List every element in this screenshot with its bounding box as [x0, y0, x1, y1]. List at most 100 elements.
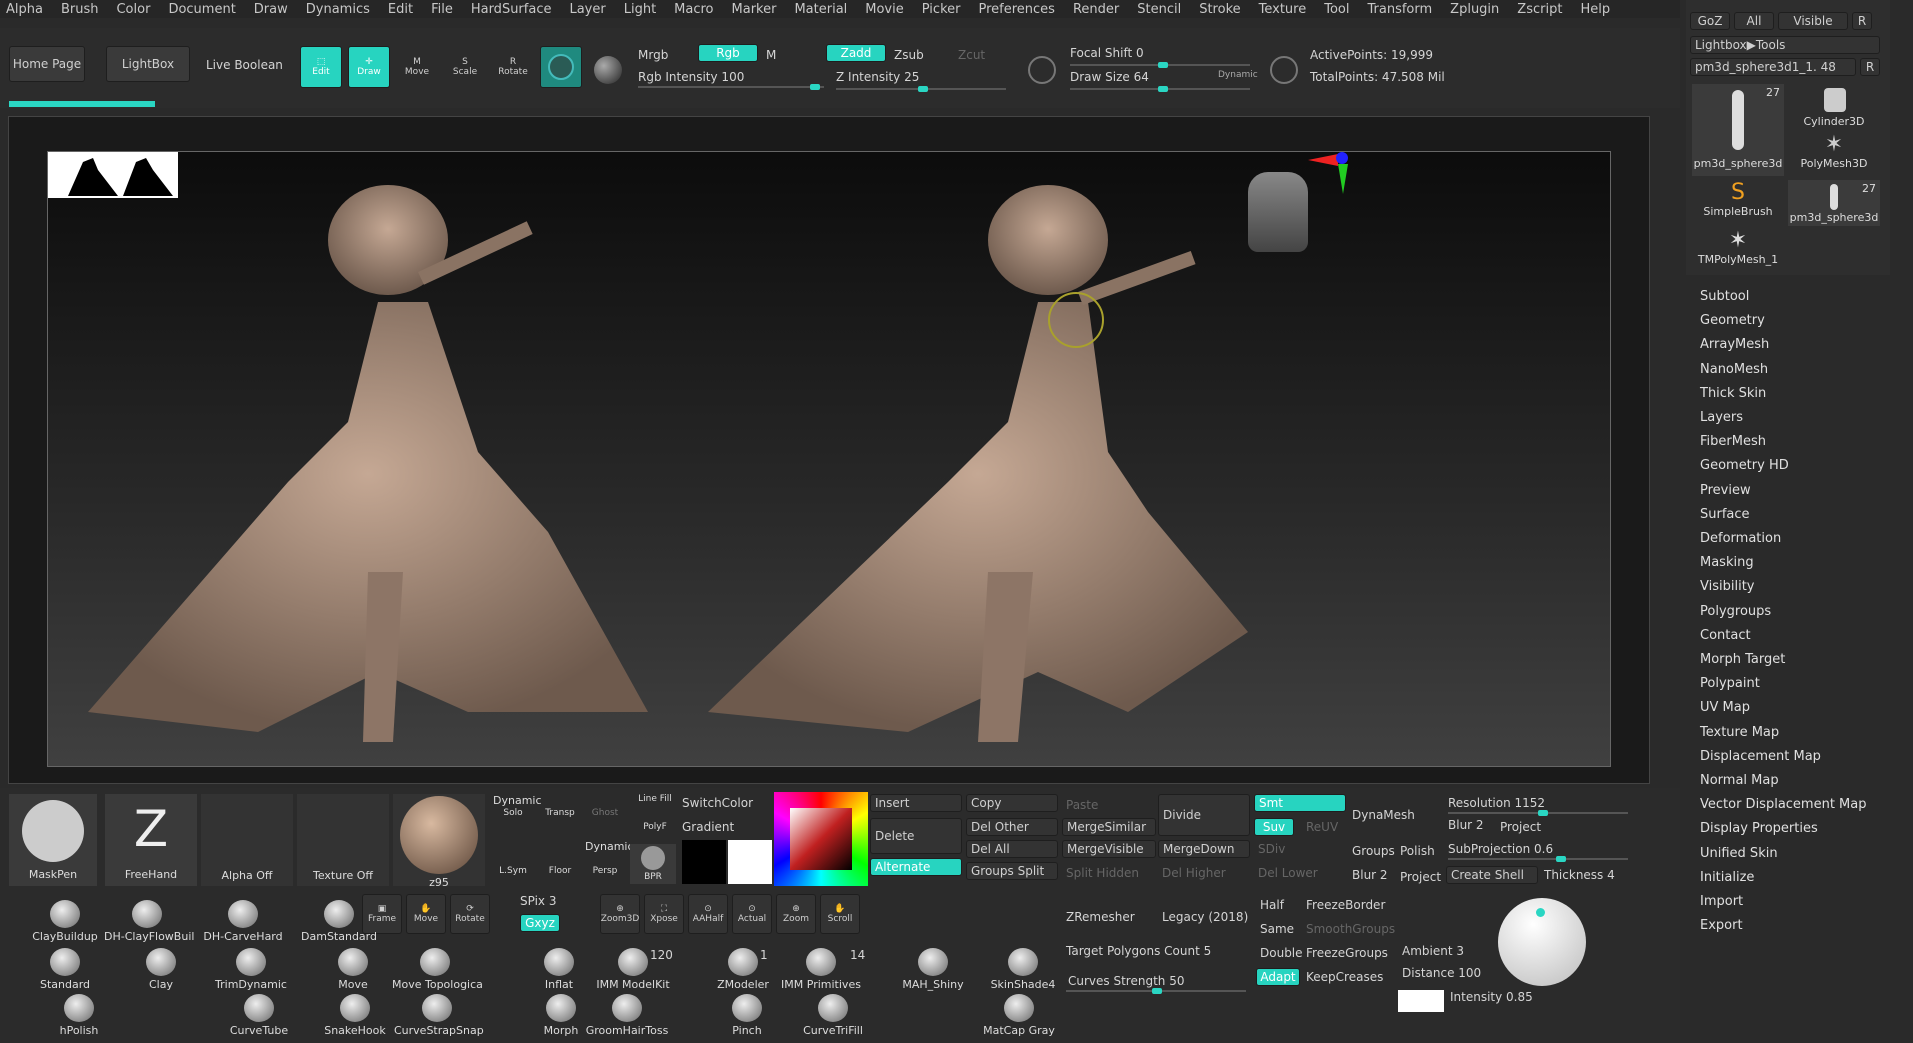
switchcolor-button[interactable]: SwitchColor: [682, 796, 753, 810]
light-sphere[interactable]: [1498, 898, 1586, 986]
copy-button[interactable]: Copy: [966, 794, 1058, 812]
tool-subpalette-item[interactable]: Thick Skin: [1700, 386, 1766, 401]
tool-subpalette-item[interactable]: Displacement Map: [1700, 749, 1821, 764]
freezeborder-button[interactable]: FreezeBorder: [1306, 898, 1385, 912]
menu-item[interactable]: Preferences: [978, 2, 1054, 17]
brush-button[interactable]: SkinShade4: [980, 948, 1066, 991]
rgb-intensity-slider[interactable]: Rgb Intensity 100: [638, 70, 744, 84]
z-intensity-slider[interactable]: Z Intensity 25: [836, 70, 919, 84]
tool-thumb-5[interactable]: 27 pm3d_sphere3d: [1788, 180, 1880, 226]
same-button[interactable]: Same: [1260, 922, 1294, 936]
bpr-button[interactable]: BPR: [630, 844, 676, 884]
tool-thumb-4[interactable]: ✶ PolyMesh3D: [1788, 132, 1880, 178]
tool-subpalette-item[interactable]: Texture Map: [1700, 725, 1779, 740]
tool-subpalette-item[interactable]: NanoMesh: [1700, 362, 1768, 377]
tool-subpalette-item[interactable]: Subtool: [1700, 289, 1749, 304]
color-square[interactable]: [790, 808, 852, 870]
brush-button[interactable]: CurveStrapSnap: [394, 994, 484, 1037]
create-shell-button[interactable]: Create Shell: [1446, 866, 1538, 884]
lsym-button[interactable]: L.Sym: [493, 866, 533, 876]
menu-item[interactable]: Document: [168, 2, 235, 17]
light-handle[interactable]: [1536, 908, 1545, 917]
smoothgroups-button[interactable]: SmoothGroups: [1306, 922, 1395, 936]
divide-button[interactable]: Divide: [1158, 794, 1250, 836]
menu-item[interactable]: Help: [1580, 2, 1610, 17]
zcut-button[interactable]: Zcut: [958, 48, 985, 62]
scale-button[interactable]: S Scale: [444, 46, 486, 88]
menu-item[interactable]: Brush: [61, 2, 99, 17]
distance-slider[interactable]: Distance 100: [1402, 966, 1481, 980]
xpose-button[interactable]: ⛶ Xpose: [644, 894, 684, 934]
blur-slider[interactable]: Blur 2: [1352, 868, 1388, 882]
brush-button[interactable]: MatCap Gray: [976, 994, 1062, 1037]
subprojection-slider[interactable]: SubProjection 0.6: [1448, 842, 1553, 856]
m-button[interactable]: M: [766, 48, 776, 62]
subprojection-track[interactable]: [1448, 856, 1628, 862]
menu-item[interactable]: Zplugin: [1450, 2, 1499, 17]
groups-split-button[interactable]: Groups Split: [966, 862, 1058, 880]
del-higher-button[interactable]: Del Higher: [1162, 866, 1226, 880]
tool-subpalette-item[interactable]: Display Properties: [1700, 821, 1818, 836]
brush-button[interactable]: Clay: [118, 948, 204, 991]
menu-item[interactable]: Tool: [1324, 2, 1349, 17]
tool-subpalette-item[interactable]: Geometry HD: [1700, 458, 1789, 473]
visible-button[interactable]: Visible: [1778, 12, 1848, 30]
tool-subpalette-item[interactable]: Polygroups: [1700, 604, 1771, 619]
alternate-button[interactable]: Alternate: [870, 858, 962, 876]
merge-similar-button[interactable]: MergeSimilar: [1062, 818, 1156, 836]
draw-button[interactable]: ✛ Draw: [348, 46, 390, 88]
menu-item[interactable]: Marker: [732, 2, 777, 17]
rgb-button[interactable]: Rgb: [698, 44, 758, 62]
freehand-button[interactable]: Z FreeHand: [105, 794, 197, 886]
menu-item[interactable]: Color: [116, 2, 150, 17]
scroll-button[interactable]: ✋ Scroll: [820, 894, 860, 934]
floor-button[interactable]: Floor: [540, 866, 580, 876]
tool-thumb-3[interactable]: S SimpleBrush: [1692, 180, 1784, 226]
suv-button[interactable]: Suv: [1254, 818, 1294, 836]
zremesher-button[interactable]: ZRemesher: [1066, 910, 1135, 924]
tool-subpalette-item[interactable]: Polypaint: [1700, 676, 1760, 691]
menu-item[interactable]: Edit: [388, 2, 413, 17]
tool-thumb-6[interactable]: ✶ TMPolyMesh_1: [1692, 228, 1784, 274]
project2-button[interactable]: Project: [1500, 820, 1541, 834]
draw-size-slider[interactable]: Draw Size 64: [1070, 70, 1149, 84]
axis-gizmo-icon[interactable]: [1308, 152, 1348, 194]
menu-item[interactable]: Zscript: [1517, 2, 1562, 17]
merge-down-button[interactable]: MergeDown: [1158, 840, 1250, 858]
move-button[interactable]: M Move: [396, 46, 438, 88]
tool-subpalette-item[interactable]: Initialize: [1700, 870, 1754, 885]
insert-button[interactable]: Insert: [870, 794, 962, 812]
solo-button[interactable]: Solo: [493, 808, 533, 818]
actual-button[interactable]: ⊙ Actual: [732, 894, 772, 934]
brush-button[interactable]: CurveTube: [216, 994, 302, 1037]
focal-shift-track[interactable]: [1070, 62, 1250, 68]
rotate-button[interactable]: R Rotate: [492, 46, 534, 88]
tool-subpalette-item[interactable]: Layers: [1700, 410, 1743, 425]
maskpen-button[interactable]: MaskPen: [9, 794, 97, 886]
zoom3d-button[interactable]: ⊕ Zoom3D: [600, 894, 640, 934]
tool-subpalette-item[interactable]: Contact: [1700, 628, 1751, 643]
intensity-slider[interactable]: Intensity 0.85: [1450, 990, 1533, 1004]
tool-subpalette-item[interactable]: Normal Map: [1700, 773, 1779, 788]
menu-item[interactable]: Dynamics: [306, 2, 370, 17]
orientation-head-icon[interactable]: [1248, 172, 1308, 252]
legacy-button[interactable]: Legacy (2018): [1162, 910, 1248, 924]
tool-subpalette-item[interactable]: Morph Target: [1700, 652, 1785, 667]
lightbox-tools-button[interactable]: Lightbox▶Tools: [1690, 36, 1880, 54]
material-preview-button[interactable]: [540, 46, 582, 88]
sdiv-slider[interactable]: SDiv: [1258, 842, 1285, 856]
polish-button[interactable]: Polish: [1400, 844, 1435, 858]
color-sphere-icon[interactable]: [594, 56, 622, 84]
brush-button[interactable]: hPolish: [36, 994, 122, 1037]
menu-item[interactable]: Render: [1073, 2, 1119, 17]
secondary-color-swatch[interactable]: [728, 840, 772, 884]
paste-button[interactable]: Paste: [1066, 798, 1098, 812]
alpha-button[interactable]: Alpha Off: [201, 794, 293, 886]
tool-subpalette-item[interactable]: Surface: [1700, 507, 1750, 522]
groups-button[interactable]: Groups: [1352, 844, 1395, 858]
current-tool-slider[interactable]: pm3d_sphere3d1_1. 48: [1690, 58, 1856, 76]
brush-button[interactable]: DH-ClayFlowBuil: [104, 900, 194, 943]
brush-button[interactable]: DamStandard: [296, 900, 382, 943]
resolution-track[interactable]: [1448, 810, 1628, 816]
persp-button[interactable]: Persp: [585, 866, 625, 876]
